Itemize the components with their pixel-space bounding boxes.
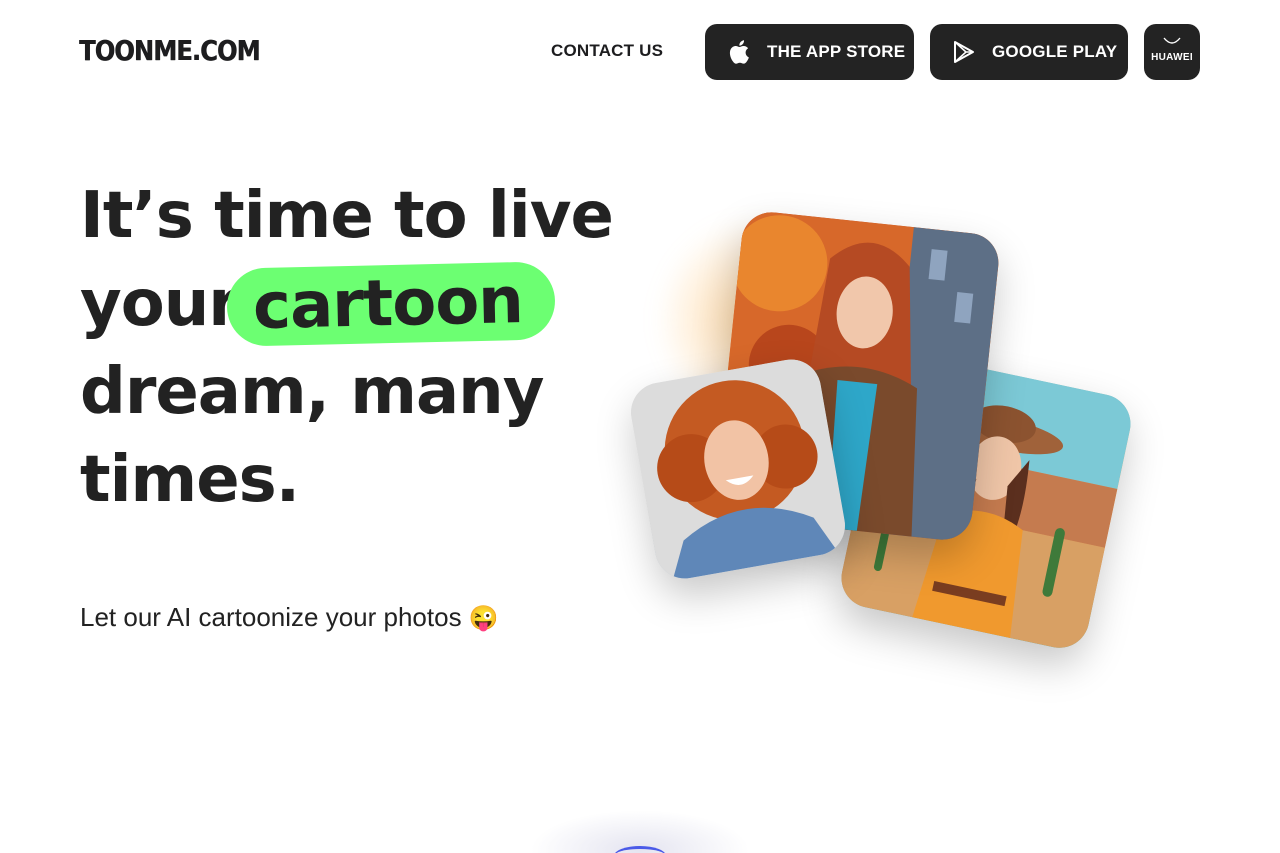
google-play-button[interactable]: GOOGLE PLAY bbox=[930, 24, 1128, 80]
app-store-button[interactable]: THE APP STORE bbox=[705, 24, 914, 80]
huawei-appgallery-button[interactable]: HUAWEI bbox=[1144, 24, 1200, 80]
subtitle-text: Let our AI cartoonize your photos bbox=[80, 602, 462, 632]
huawei-icon bbox=[1162, 30, 1182, 48]
headline-line-2: your cartoon bbox=[80, 260, 600, 348]
headline-line-3: dream, many bbox=[80, 355, 544, 429]
hero-subtitle: Let our AI cartoonize your photos 😜 bbox=[80, 602, 499, 633]
google-play-label: GOOGLE PLAY bbox=[992, 42, 1118, 61]
photo-card-curly bbox=[626, 354, 850, 584]
tongue-emoji-icon: 😜 bbox=[468, 605, 499, 632]
huawei-label: HUAWEI bbox=[1151, 52, 1193, 63]
headline-line-4: times. bbox=[80, 443, 300, 517]
google-play-icon bbox=[952, 40, 976, 64]
headline-highlight: cartoon bbox=[225, 261, 556, 347]
site-logo[interactable]: TOONME.COM bbox=[79, 34, 260, 67]
hero-headline: It’s time to live your cartoon dream, man… bbox=[80, 172, 614, 524]
apple-icon bbox=[727, 40, 751, 64]
headline-prefix: your bbox=[80, 267, 240, 341]
app-store-label: THE APP STORE bbox=[767, 42, 906, 61]
headline-line-1: It’s time to live bbox=[80, 179, 614, 253]
contact-us-link[interactable]: CONTACT US bbox=[551, 41, 663, 61]
